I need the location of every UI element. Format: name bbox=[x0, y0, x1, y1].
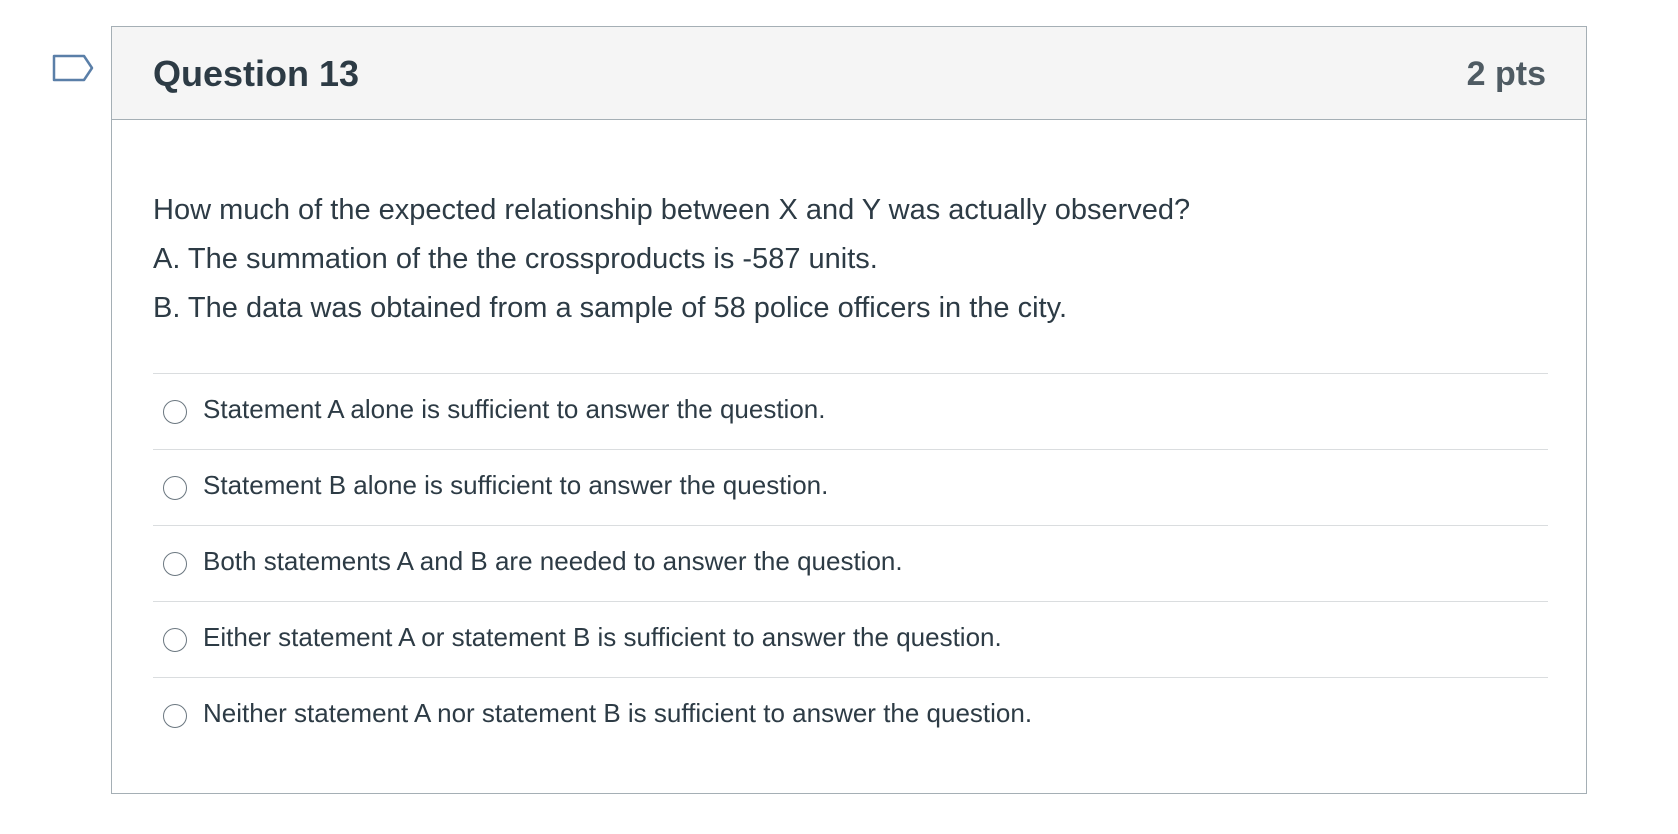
flag-question-icon[interactable] bbox=[52, 54, 96, 90]
radio-button-icon[interactable] bbox=[163, 400, 187, 424]
question-points: 2 pts bbox=[1466, 55, 1546, 93]
answer-option-2[interactable]: Statement B alone is sufficient to answe… bbox=[153, 450, 1548, 526]
question-title: Question 13 bbox=[153, 53, 360, 94]
question-text-line: A. The summation of the the crossproduct… bbox=[153, 243, 878, 275]
answer-label[interactable]: Both statements A and B are needed to an… bbox=[203, 546, 903, 577]
answer-label[interactable]: Neither statement A nor statement B is s… bbox=[203, 698, 1032, 729]
answer-option-5[interactable]: Neither statement A nor statement B is s… bbox=[153, 678, 1548, 754]
radio-button-icon[interactable] bbox=[163, 704, 187, 728]
question-text-line: How much of the expected relationship be… bbox=[153, 194, 1191, 226]
radio-button-icon[interactable] bbox=[163, 476, 187, 500]
question-header: Question 13 2 pts bbox=[112, 27, 1586, 120]
answer-option-1[interactable]: Statement A alone is sufficient to answe… bbox=[153, 374, 1548, 450]
radio-button-icon[interactable] bbox=[163, 552, 187, 576]
answer-option-3[interactable]: Both statements A and B are needed to an… bbox=[153, 526, 1548, 602]
answer-list: Statement A alone is sufficient to answe… bbox=[153, 373, 1548, 754]
question-text: How much of the expected relationship be… bbox=[153, 186, 1543, 333]
answer-label[interactable]: Statement B alone is sufficient to answe… bbox=[203, 470, 828, 501]
question-text-line: B. The data was obtained from a sample o… bbox=[153, 292, 1067, 324]
question-card: Question 13 2 pts How much of the expect… bbox=[111, 26, 1587, 794]
answer-label[interactable]: Statement A alone is sufficient to answe… bbox=[203, 394, 825, 425]
answer-option-4[interactable]: Either statement A or statement B is suf… bbox=[153, 602, 1548, 678]
answer-label[interactable]: Either statement A or statement B is suf… bbox=[203, 622, 1002, 653]
radio-button-icon[interactable] bbox=[163, 628, 187, 652]
